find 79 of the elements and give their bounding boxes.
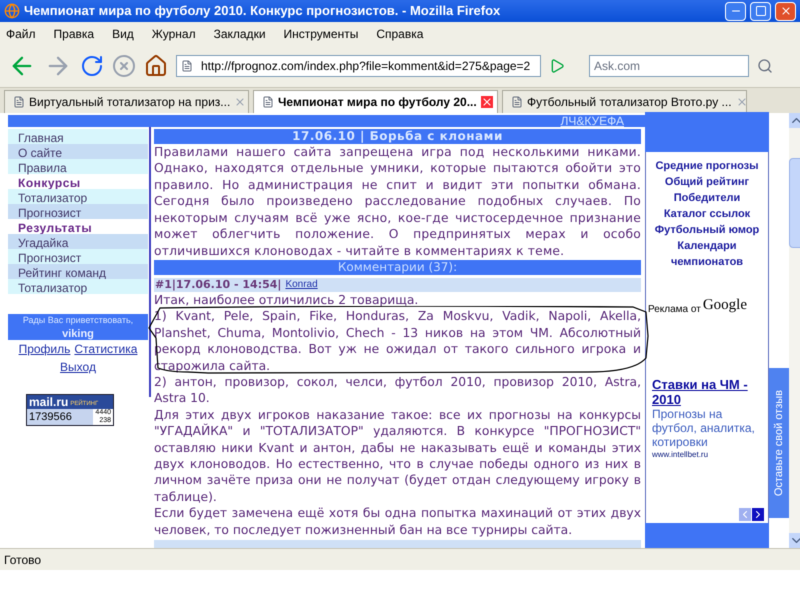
sidebar-item[interactable]: Главная xyxy=(8,129,148,144)
close-icon xyxy=(780,5,792,17)
scroll-down-icon[interactable] xyxy=(789,533,800,548)
close-tab-icon[interactable] xyxy=(234,96,246,108)
search-field[interactable]: Ask.com xyxy=(589,55,749,77)
sidebar-item[interactable]: Рейтинг команд xyxy=(8,264,148,280)
page-icon xyxy=(181,60,193,72)
window-title: Чемпионат мира по футболу 2010. Конкурс прогнозистов. - Mozilla Firefox xyxy=(24,2,502,20)
browser-tab[interactable]: Футбольный тотализатор Втото.ру ... xyxy=(502,90,747,113)
home-icon[interactable] xyxy=(144,54,168,78)
tab-label: Футбольный тотализатор Втото.ру ... xyxy=(527,94,732,111)
welcome-text: Рады Вас приветствовать, xyxy=(22,314,134,328)
sidebar-item[interactable]: Тотализатор xyxy=(8,279,148,294)
reload-icon[interactable] xyxy=(80,54,104,78)
scroll-up-icon[interactable] xyxy=(789,113,800,128)
browser-tab[interactable]: Виртуальный тотализатор на приз... xyxy=(4,90,249,113)
article-text: Правилами нашего сайта запрещена игра под несколькими никами. Однако, находятся отдельные умники, которые пытаются обойти это правило. Но администрация не спит и видит эти попытки обмана. Сегодня было произведено расследование подобных случаев. По некоторым случаям всё уже ясно, кое-где чистосердечное признание может облегчить положение. О предпринятых мерах и особо отличившихся клоноводах - читайте в комментариях к теме. xyxy=(154,144,641,259)
tab-label: Виртуальный тотализатор на приз... xyxy=(29,94,230,111)
menu-item[interactable]: Правка xyxy=(54,24,94,42)
browser-tab[interactable]: Чемпионат мира по футболу 20... xyxy=(253,90,498,113)
next-ad-icon[interactable] xyxy=(752,508,764,521)
page-icon xyxy=(262,96,274,108)
ads-label: Реклама от xyxy=(648,302,701,317)
page-icon xyxy=(511,96,523,108)
sidebar-item[interactable]: Угадайка xyxy=(8,234,148,250)
browser-icon xyxy=(4,3,20,19)
comment-text: Для этих двух игроков наказание такое: все их прогнозы на конкурсы "УГАДАЙКА" и "ТОТАЛИЗАТОР" удаляются. В конкурсе "ПРОГНОЗИСТ" оставляю ники Kvant и антон, дабы не наказывать ещё и команды этих двух клоноводов. Но естественно, что в случае победы одного из них в личном зачёте приза они не получат (будет отдан следующему игроку в таблице). xyxy=(154,406,641,506)
article-header: 17.06.10 | Борьба с клонами xyxy=(154,129,641,144)
minimize-button[interactable] xyxy=(725,2,746,20)
right-link[interactable]: Победители xyxy=(674,190,740,206)
right-link[interactable]: Футбольный юмор xyxy=(654,222,760,238)
close-tab-icon[interactable] xyxy=(736,96,748,108)
search-icon[interactable] xyxy=(757,58,773,74)
comment-meta: #1|17.06.10 - 14:54| xyxy=(155,276,282,293)
menu-item[interactable]: Справка xyxy=(376,24,424,42)
sidebar-item[interactable]: О сайте xyxy=(8,144,148,160)
counter-total: 1739566 xyxy=(27,408,94,426)
right-link[interactable]: Календари чемпионатов xyxy=(646,238,768,270)
feedback-tab[interactable]: Оставьте свой отзыв xyxy=(769,368,789,518)
address-field[interactable]: http://fprognoz.com/index.php?file=komment&id=275&page=2 xyxy=(176,55,541,77)
comment-author[interactable]: Konrad xyxy=(285,277,318,292)
ad-title[interactable]: Ставки на ЧМ - 2010 xyxy=(652,376,766,407)
maximize-icon xyxy=(754,5,766,17)
sidebar-item[interactable]: Прогнозист xyxy=(8,249,148,264)
close-tab-icon[interactable] xyxy=(480,96,493,108)
user-link[interactable]: Выход xyxy=(60,358,96,376)
go-icon[interactable] xyxy=(549,58,565,74)
menu-item[interactable]: Журнал xyxy=(152,24,196,42)
close-button[interactable] xyxy=(775,2,796,20)
right-link[interactable]: Общий рейтинг xyxy=(664,174,750,190)
google-logo: Google xyxy=(702,296,747,316)
menu-item[interactable]: Инструменты xyxy=(284,24,358,42)
username: viking xyxy=(62,328,94,340)
sidebar-heading: Конкурсы xyxy=(17,175,82,190)
menu-item[interactable]: Файл xyxy=(6,24,36,42)
menu-item[interactable]: Закладки xyxy=(214,24,266,42)
menu-item[interactable]: Вид xyxy=(112,24,134,42)
sidebar-item[interactable]: Прогнозист xyxy=(8,204,148,220)
counter-logo: mail.ru xyxy=(29,394,68,409)
status-text: Готово xyxy=(4,552,42,568)
ad-url: www.intellbet.ru xyxy=(652,448,710,461)
user-link[interactable]: Статистика xyxy=(74,340,138,358)
ad-text: Прогнозы на футбол, аналитка, котировки xyxy=(652,406,756,449)
sidebar-item[interactable]: Правила xyxy=(8,159,148,174)
right-link[interactable]: Каталог ссылок xyxy=(664,206,750,222)
comment-text: 2) антон, провизор, сокол, челси, футбол 2010, провизор 2010, Astra, Astra 10. xyxy=(154,374,641,407)
tab-label: Чемпионат мира по футболу 20... xyxy=(278,94,477,111)
page-icon xyxy=(13,96,25,108)
comment-text: Если будет замечена ещё хотя бы одна попытка махинаций от этих двух человек, то последует пожизненный бан на все турниры сайта. xyxy=(154,505,641,538)
right-link[interactable]: Средние прогнозы xyxy=(655,158,759,174)
maximize-button[interactable] xyxy=(750,2,771,20)
user-link[interactable]: Профиль xyxy=(18,340,70,358)
comments-header: Комментарии (37): xyxy=(154,260,641,275)
scrollbar[interactable] xyxy=(789,113,800,548)
scroll-thumb[interactable] xyxy=(789,158,800,248)
stop-icon[interactable] xyxy=(112,54,136,78)
sidebar-item[interactable]: Тотализатор xyxy=(8,189,148,204)
comment-text: Итак, наиболее отличились 2 товарища. xyxy=(154,292,420,308)
sidebar-heading: Результаты xyxy=(17,220,94,234)
